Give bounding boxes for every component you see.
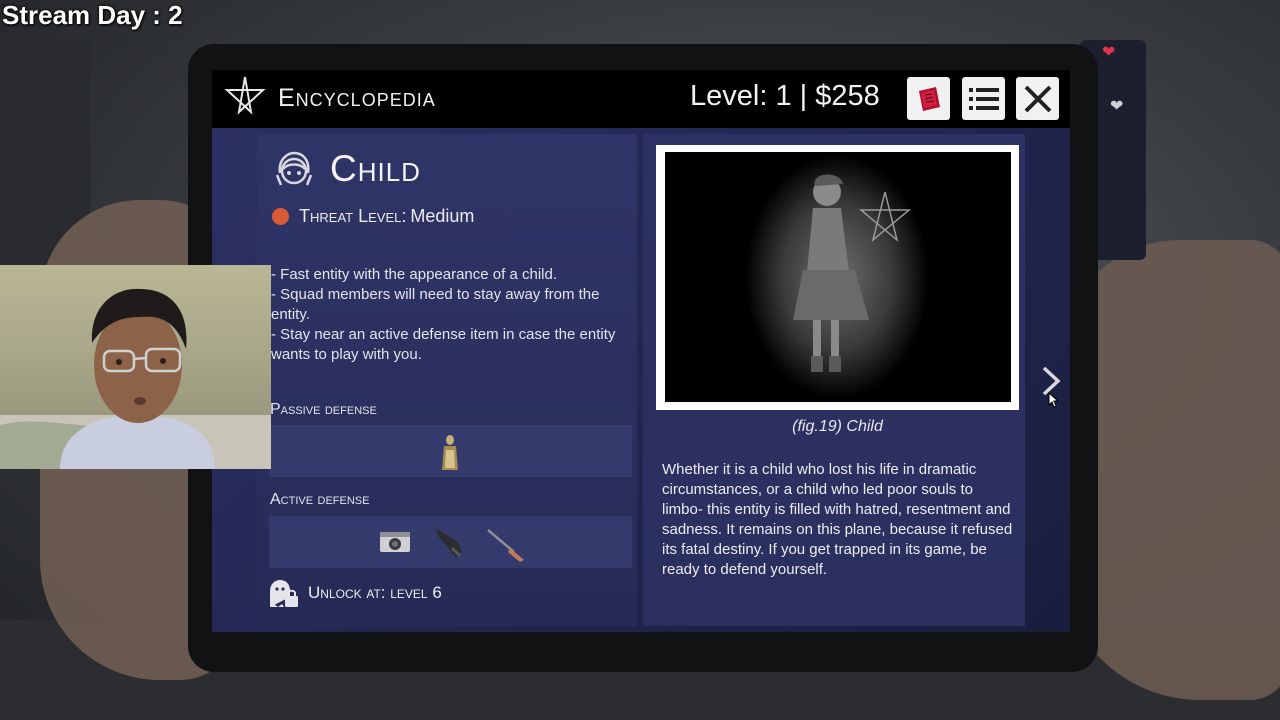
description-line: - Squad members will need to stay away f… <box>271 286 604 323</box>
figure-caption: (fig.19) Child <box>792 418 883 435</box>
passive-defense-label: Passive defense <box>270 401 377 418</box>
heart-outline-icon: ❤ <box>1110 98 1124 115</box>
mouse-cursor-icon <box>1048 392 1060 408</box>
pentagram-icon <box>224 76 266 115</box>
streamer-face <box>0 288 271 469</box>
child-icon <box>275 151 313 186</box>
book-icon <box>918 86 940 111</box>
idol-icon[interactable] <box>440 434 460 474</box>
gun-icon[interactable] <box>432 522 470 562</box>
ghost-lock-icon <box>270 580 298 607</box>
entity-description: - Fast entity with the appearance of a c… <box>271 265 627 365</box>
entity-lore-text: Whether it is a child who lost his life … <box>662 461 1013 578</box>
close-icon <box>1024 85 1051 112</box>
rifle-icon[interactable] <box>486 526 528 564</box>
active-defense-label: Active defense <box>270 491 370 508</box>
entity-name: Child <box>330 148 421 189</box>
list-button[interactable] <box>962 77 1005 120</box>
threat-level: Threat Level: Medium <box>299 206 474 227</box>
level-money-readout: Level: 1 | $258 <box>690 80 880 112</box>
book-button[interactable] <box>907 77 950 120</box>
threat-indicator-dot <box>272 208 289 225</box>
unlock-requirement: Unlock at: level 6 <box>308 583 442 602</box>
description-line: - Fast entity with the appearance of a c… <box>271 266 557 283</box>
camera-icon[interactable] <box>378 528 412 556</box>
webcam-feed <box>0 265 271 469</box>
close-button[interactable] <box>1016 77 1059 120</box>
description-line: - Stay near an active defense item in ca… <box>271 326 620 363</box>
heart-icon: ❤ <box>1102 44 1116 61</box>
entity-illustration <box>665 152 1011 402</box>
stream-day-label: Stream Day : 2 <box>2 0 183 30</box>
list-icon <box>968 87 999 110</box>
threat-level-label: Threat Level: <box>299 206 407 226</box>
child-illustration <box>745 155 929 399</box>
app-title: Encyclopedia <box>278 84 436 112</box>
threat-level-value: Medium <box>410 206 475 226</box>
